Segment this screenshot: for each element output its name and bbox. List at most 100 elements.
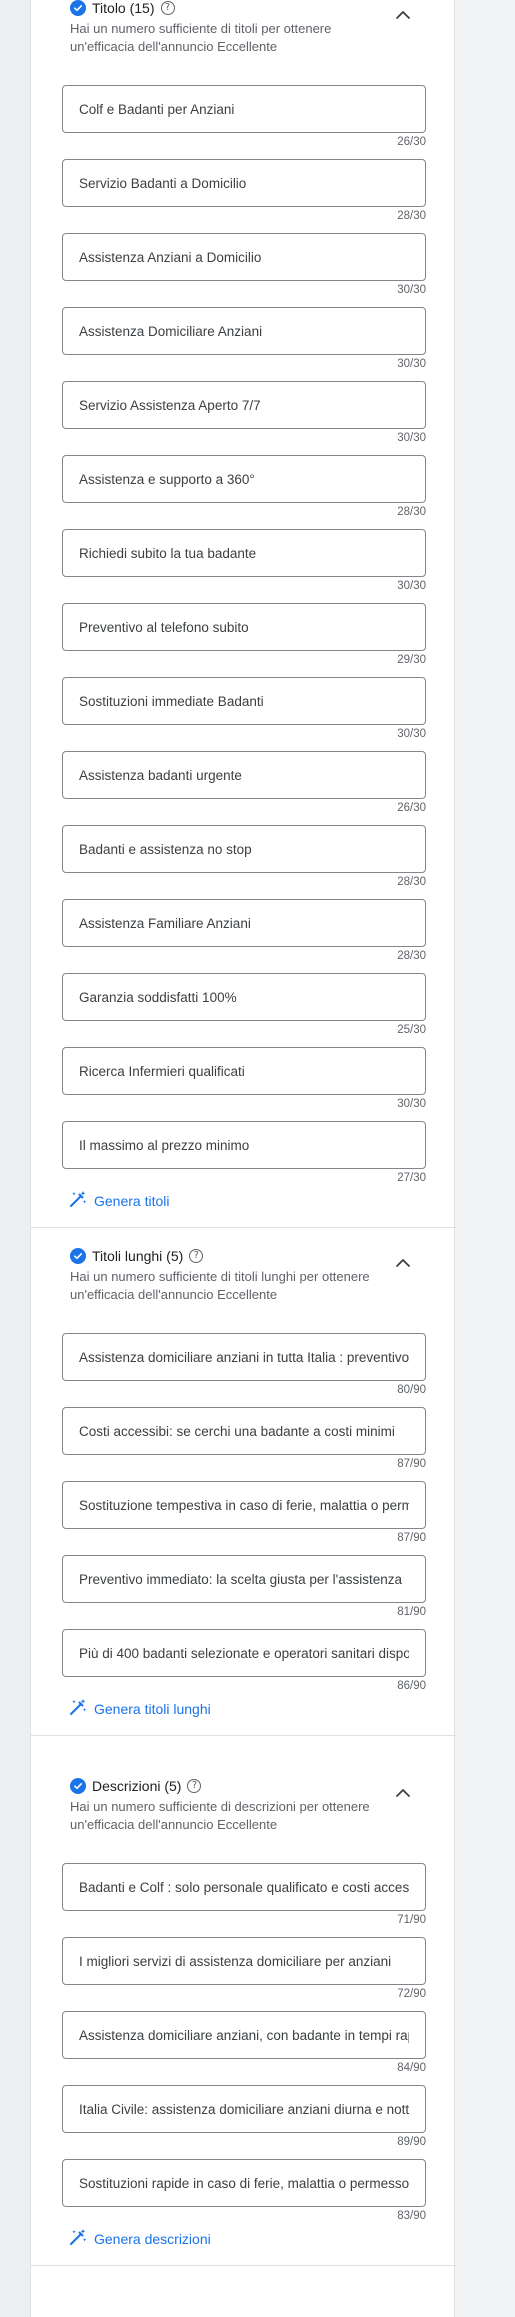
character-counter: 80/90	[397, 1384, 426, 1396]
section-divider	[31, 1227, 456, 1228]
help-icon[interactable]: ?	[160, 1, 175, 15]
help-icon[interactable]: ?	[187, 1779, 202, 1793]
check-circle-icon	[70, 1248, 86, 1264]
text-field	[62, 159, 426, 207]
headlines-input[interactable]	[63, 530, 425, 576]
headlines-input[interactable]	[63, 160, 425, 206]
headlines-input[interactable]	[63, 678, 425, 724]
character-counter: 30/30	[397, 580, 426, 592]
headlines-input[interactable]	[63, 86, 425, 132]
character-counter: 81/90	[397, 1606, 426, 1618]
right-rail	[456, 0, 515, 2317]
ad-assets-panel: Titolo (15)? Hai un numero sufficiente di…	[30, 0, 456, 2317]
descriptions-input[interactable]	[63, 1864, 425, 1910]
headlines-input[interactable]	[63, 1048, 425, 1094]
generate-button[interactable]: Genera descrizioni	[68, 2227, 211, 2251]
text-field	[62, 751, 426, 799]
text-field	[62, 1629, 426, 1677]
section-subtitle: Hai un numero sufficiente di descrizioni…	[70, 1799, 370, 1832]
character-counter: 30/30	[397, 728, 426, 740]
character-counter: 28/30	[397, 210, 426, 222]
headlines-input[interactable]	[63, 456, 425, 502]
descriptions-input[interactable]	[63, 2160, 425, 2206]
magic-wand-icon	[68, 1697, 88, 1722]
text-field	[62, 1555, 426, 1603]
long-headlines-input[interactable]	[63, 1408, 425, 1454]
headlines-input[interactable]	[63, 604, 425, 650]
text-field	[62, 381, 426, 429]
headlines-input[interactable]	[63, 826, 425, 872]
check-circle-icon	[70, 1778, 86, 1794]
long-headlines-input[interactable]	[63, 1556, 425, 1602]
descriptions-input[interactable]	[63, 1938, 425, 1984]
character-counter: 87/90	[397, 1458, 426, 1470]
headlines-input[interactable]	[63, 1122, 425, 1168]
headlines-input[interactable]	[63, 308, 425, 354]
generate-button[interactable]: Genera titoli	[68, 1189, 169, 1213]
text-field	[62, 1481, 426, 1529]
section-divider	[31, 1735, 456, 1736]
descriptions-input[interactable]	[63, 2012, 425, 2058]
character-counter: 30/30	[397, 358, 426, 370]
character-counter: 30/30	[397, 432, 426, 444]
generate-button-label: Genera titoli lunghi	[94, 1701, 211, 1717]
descriptions-input[interactable]	[63, 2086, 425, 2132]
section-title: Titoli lunghi (5)	[92, 1248, 184, 1264]
text-field	[62, 973, 426, 1021]
chevron-up-icon[interactable]	[392, 1252, 414, 1274]
headlines-input[interactable]	[63, 382, 425, 428]
headlines-input[interactable]	[63, 900, 425, 946]
headlines-input[interactable]	[63, 752, 425, 798]
text-field	[62, 1863, 426, 1911]
section-divider	[31, 2265, 456, 2266]
long-headlines-input[interactable]	[63, 1482, 425, 1528]
text-field	[62, 2159, 426, 2207]
section-header: Titolo (15)? Hai un numero sufficiente di…	[70, 0, 390, 56]
long-headlines-input[interactable]	[63, 1630, 425, 1676]
magic-wand-icon	[68, 1189, 88, 1214]
text-field	[62, 1121, 426, 1169]
character-counter: 71/90	[397, 1914, 426, 1926]
character-counter: 30/30	[397, 1098, 426, 1110]
character-counter: 27/30	[397, 1172, 426, 1184]
character-counter: 83/90	[397, 2210, 426, 2222]
character-counter: 29/30	[397, 654, 426, 666]
character-counter: 86/90	[397, 1680, 426, 1692]
long-headlines-input[interactable]	[63, 1334, 425, 1380]
character-counter: 26/30	[397, 136, 426, 148]
section-title: Descrizioni (5)	[92, 1778, 182, 1794]
text-field	[62, 2085, 426, 2133]
character-counter: 28/30	[397, 950, 426, 962]
text-field	[62, 233, 426, 281]
text-field	[62, 825, 426, 873]
headlines-input[interactable]	[63, 974, 425, 1020]
text-field	[62, 1333, 426, 1381]
text-field	[62, 1047, 426, 1095]
character-counter: 26/30	[397, 802, 426, 814]
check-circle-icon	[70, 0, 86, 16]
section-title-row: Titoli lunghi (5)?	[70, 1247, 390, 1265]
text-field	[62, 1937, 426, 1985]
text-field	[62, 677, 426, 725]
character-counter: 28/30	[397, 876, 426, 888]
section-header: Descrizioni (5)? Hai un numero sufficient…	[70, 1777, 390, 1834]
chevron-up-icon[interactable]	[392, 1782, 414, 1804]
section-title-row: Titolo (15)?	[70, 0, 390, 17]
character-counter: 25/30	[397, 1024, 426, 1036]
magic-wand-icon	[68, 2227, 88, 2252]
text-field	[62, 307, 426, 355]
character-counter: 28/30	[397, 506, 426, 518]
character-counter: 30/30	[397, 284, 426, 296]
character-counter: 87/90	[397, 1532, 426, 1544]
chevron-up-icon[interactable]	[392, 4, 414, 26]
generate-button[interactable]: Genera titoli lunghi	[68, 1697, 211, 1721]
generate-button-label: Genera descrizioni	[94, 2231, 211, 2247]
help-icon[interactable]: ?	[189, 1249, 204, 1263]
text-field	[62, 529, 426, 577]
generate-button-label: Genera titoli	[94, 1193, 170, 1209]
headlines-input[interactable]	[63, 234, 425, 280]
section-subtitle: Hai un numero sufficiente di titoli per …	[70, 21, 332, 54]
text-field	[62, 1407, 426, 1455]
character-counter: 72/90	[397, 1988, 426, 2000]
text-field	[62, 603, 426, 651]
